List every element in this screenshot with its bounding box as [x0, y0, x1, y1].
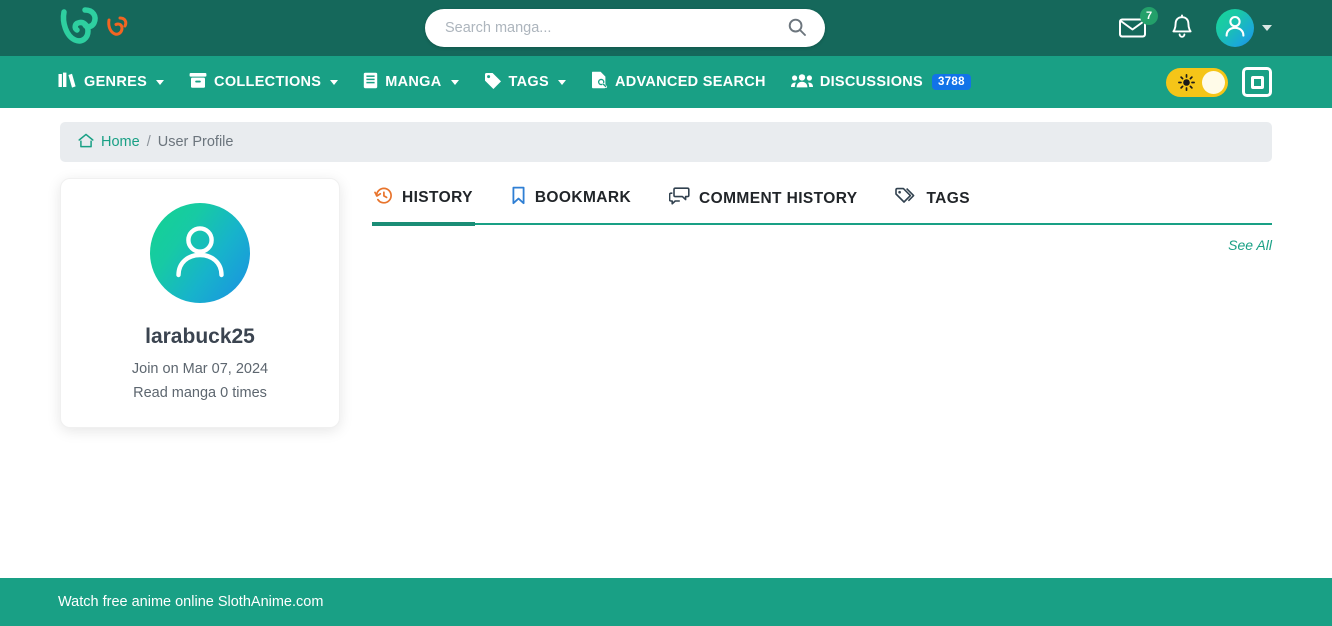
tags-icon [895, 187, 917, 210]
nav-label: ADVANCED SEARCH [614, 74, 766, 90]
tab-history[interactable]: HISTORY [372, 178, 475, 226]
user-avatar-icon [167, 218, 233, 289]
avatar[interactable] [1216, 9, 1254, 47]
search-input[interactable] [445, 20, 783, 36]
chevron-down-icon [450, 79, 459, 85]
home-icon [78, 133, 94, 152]
site-logo-link[interactable] [58, 6, 128, 51]
nav-label: DISCUSSIONS [819, 74, 924, 90]
chevron-down-icon [330, 79, 339, 85]
account-menu[interactable] [1216, 9, 1272, 47]
nav-label: COLLECTIONS [214, 74, 322, 90]
vine-logo [58, 6, 102, 51]
tab-label: BOOKMARK [534, 189, 632, 206]
see-all-link[interactable]: See All [1228, 237, 1272, 253]
theme-toggle[interactable] [1166, 67, 1228, 97]
search-button[interactable] [783, 17, 811, 40]
nav-label: GENRES [84, 74, 148, 90]
nav-label: MANGA [385, 74, 442, 90]
nav-item-manga[interactable]: MANGA [363, 72, 459, 93]
site-footer: Watch free anime online SlothAnime.com [0, 578, 1332, 626]
chevron-down-icon [156, 79, 165, 85]
vine-logo-small [106, 15, 128, 42]
tab-tags[interactable]: TAGS [893, 179, 972, 226]
messages-badge: 7 [1140, 6, 1158, 25]
profile-avatar [150, 203, 250, 303]
chevron-down-icon [557, 79, 566, 85]
bell-icon [1170, 13, 1194, 43]
history-panel-body [372, 253, 1272, 543]
nav-item-tags[interactable]: TAGS [484, 72, 566, 93]
profile-username: larabuck25 [145, 325, 255, 348]
square-icon [1250, 75, 1264, 89]
breadcrumb-home-label: Home [101, 134, 140, 150]
breadcrumb-wrapper: Home / User Profile [0, 108, 1332, 162]
clock-rotate-left-icon [374, 186, 393, 210]
top-actions: 7 [1118, 0, 1272, 56]
nav-item-collections[interactable]: COLLECTIONS [189, 72, 339, 93]
profile-read-count: Read manga 0 times [133, 385, 267, 401]
breadcrumb-home-link[interactable]: Home [78, 133, 140, 152]
books-icon [58, 72, 77, 93]
user-profile-card: larabuck25 Join on Mar 07, 2024 Read man… [60, 178, 340, 428]
tag-icon [484, 72, 502, 93]
user-avatar-icon [1222, 13, 1248, 44]
tab-label: COMMENT HISTORY [699, 189, 858, 207]
notifications-button[interactable] [1170, 13, 1194, 43]
search-box [425, 9, 825, 47]
search-bar [425, 9, 825, 47]
tab-label: HISTORY [402, 189, 473, 206]
tab-comment-history[interactable]: COMMENT HISTORY [667, 179, 859, 226]
nav-items: GENRES COLLECTIONS MANGA TAGS ADVANCED S… [58, 71, 971, 93]
nav-item-advanced-search[interactable]: ADVANCED SEARCH [591, 71, 766, 93]
breadcrumb-separator: / [146, 134, 151, 150]
profile-join-date: Join on Mar 07, 2024 [131, 361, 269, 377]
breadcrumb-current: User Profile [157, 134, 234, 150]
see-all-row: See All [372, 225, 1272, 253]
messages-button[interactable]: 7 [1118, 6, 1158, 42]
bookmark-icon [511, 186, 526, 210]
nav-label: TAGS [508, 74, 549, 90]
file-search-icon [591, 71, 608, 93]
comments-icon [668, 187, 690, 210]
discussions-count-badge: 3788 [932, 74, 971, 90]
sun-icon [1178, 73, 1195, 94]
search-icon [787, 17, 807, 40]
archive-box-icon [189, 72, 207, 93]
nav-item-discussions[interactable]: DISCUSSIONS 3788 [790, 73, 971, 92]
breadcrumb: Home / User Profile [60, 122, 1272, 162]
main-content: larabuck25 Join on Mar 07, 2024 Read man… [0, 162, 1332, 543]
layout-toggle-button[interactable] [1242, 67, 1272, 97]
main-navigation-bar: GENRES COLLECTIONS MANGA TAGS ADVANCED S… [0, 56, 1332, 108]
tab-label: TAGS [926, 189, 970, 207]
toggle-knob [1202, 70, 1225, 94]
profile-tabs: HISTORY BOOKMARK COMMENT HISTORY TAGS [372, 178, 1272, 226]
footer-link[interactable]: Watch free anime online SlothAnime.com [58, 594, 323, 610]
profile-content-column: HISTORY BOOKMARK COMMENT HISTORY TAGS Se… [372, 178, 1272, 543]
book-icon [363, 72, 378, 93]
tab-bookmark[interactable]: BOOKMARK [509, 178, 633, 226]
chevron-down-icon[interactable] [1262, 25, 1272, 31]
nav-right-controls [1166, 67, 1272, 97]
users-icon [790, 73, 813, 92]
top-header-bar: 7 [0, 0, 1332, 56]
nav-item-genres[interactable]: GENRES [58, 72, 165, 93]
